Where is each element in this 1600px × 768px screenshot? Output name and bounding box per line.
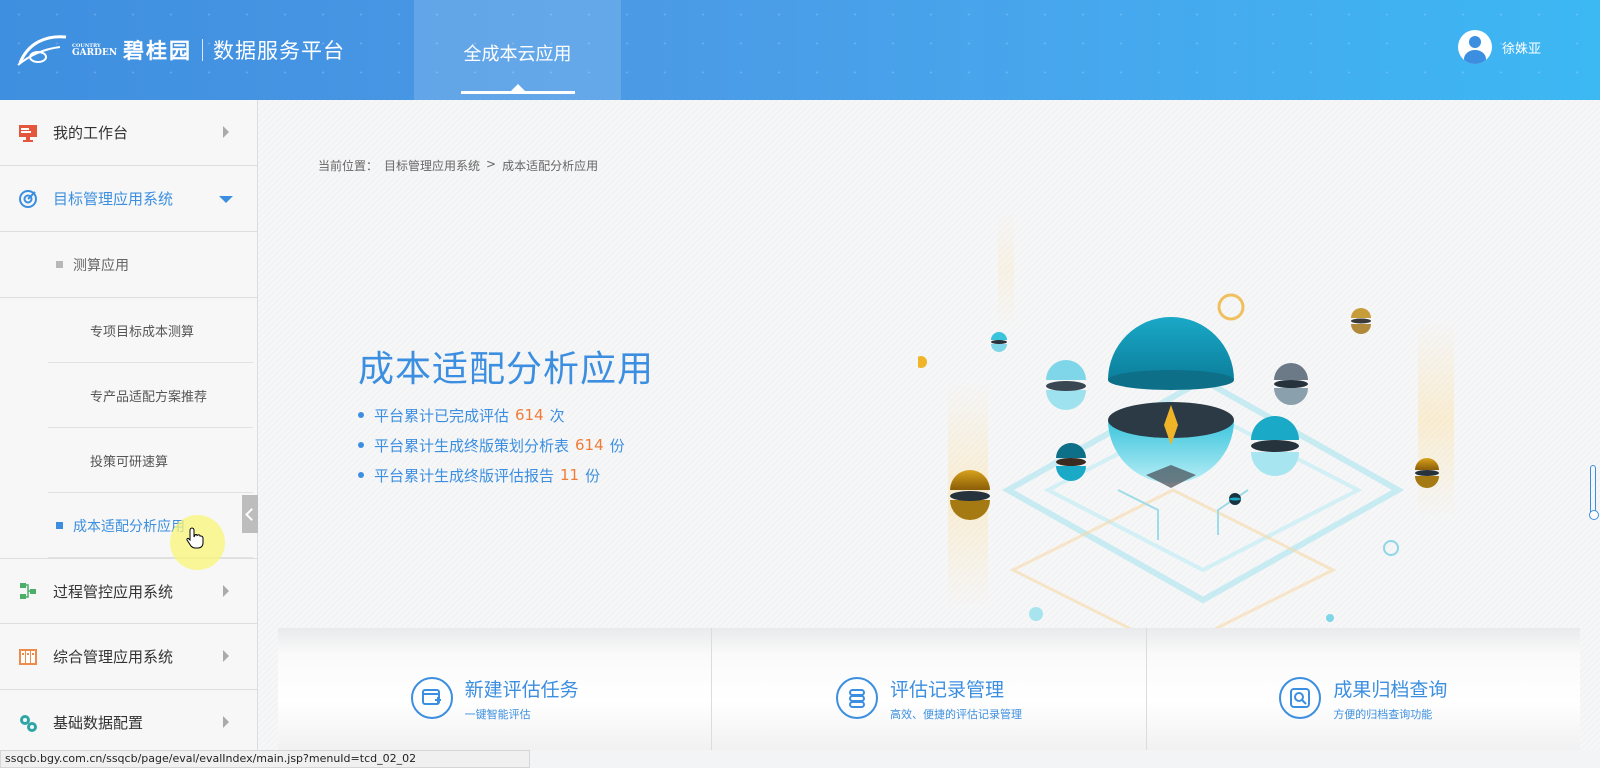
sidebar-leaf-label: 成本适配分析应用 (73, 518, 185, 535)
page-title: 成本适配分析应用 (358, 349, 655, 390)
bottom-strip (530, 750, 1600, 768)
sidebar: 我的工作台 目标管理应用系统 测算应用 专项目标成本测算 专产品适配方案推荐 投… (0, 100, 258, 756)
breadcrumb-separator: > (486, 157, 497, 171)
stat-unit: 份 (585, 466, 601, 485)
card-subtitle: 高效、便捷的评估记录管理 (889, 707, 1022, 721)
bullet-square-icon (56, 261, 63, 268)
archive-query-card[interactable]: 成果归档查询 方便的归档查询功能 (1146, 628, 1580, 750)
search-archive-icon (1279, 677, 1322, 719)
user-name: 徐姝亚 (1502, 41, 1542, 57)
scroll-indicator[interactable] (1589, 465, 1599, 520)
sidebar-leaf-label: 专产品适配方案推荐 (90, 390, 208, 405)
stats-list: 平台累计已完成评估 614 次 平台累计生成终版策划分析表 614 份 平台累计生成终版… (358, 400, 625, 490)
sidebar-item-label: 基础数据配置 (53, 714, 144, 732)
stat-unit: 次 (549, 406, 565, 425)
chevron-down-icon (219, 196, 233, 203)
logo-divider (202, 39, 204, 61)
bullet-square-icon (56, 522, 63, 529)
breadcrumb-level1[interactable]: 目标管理应用系统 (384, 157, 480, 174)
sidebar-item-label: 我的工作台 (53, 124, 129, 142)
hand-cursor-icon (186, 527, 204, 549)
sidebar-item-target-management[interactable]: 目标管理应用系统 (0, 166, 257, 232)
evaluation-records-card[interactable]: 评估记录管理 高效、便捷的评估记录管理 (712, 628, 1147, 750)
nav-tab-underline (461, 91, 575, 94)
sidebar-item-label: 过程管控应用系统 (53, 582, 174, 601)
stat-label: 平台累计生成终版评估报告 (374, 466, 555, 485)
country-garden-logo-icon (16, 33, 70, 67)
breadcrumb-prefix: 当前位置： (318, 159, 379, 173)
sidebar-subitem-calculation[interactable]: 测算应用 (0, 232, 257, 298)
monitor-icon (18, 123, 38, 143)
sidebar-item-label: 综合管理应用系统 (53, 648, 174, 666)
sidebar-leaf-product-recommend[interactable]: 专产品适配方案推荐 (0, 363, 257, 428)
stat-number: 11 (560, 466, 580, 484)
stat-label: 平台累计生成终版策划分析表 (374, 436, 570, 455)
new-evaluation-card[interactable]: 新建评估任务 一键智能评估 (278, 628, 713, 750)
card-title: 成果归档查询 (1333, 678, 1448, 701)
sidebar-item-workbench[interactable]: 我的工作台 (0, 100, 257, 166)
sidebar-item-general-management[interactable]: 综合管理应用系统 (0, 624, 257, 690)
brand-chinese: 碧桂园 (123, 39, 193, 63)
stat-item: 平台累计生成终版策划分析表 614 份 (358, 430, 625, 460)
browser-status-url: ssqcb.bgy.com.cn/ssqcb/page/eval/evalInd… (0, 750, 530, 768)
card-subtitle: 一键智能评估 (464, 707, 531, 721)
card-subtitle: 方便的归档查询功能 (1333, 707, 1433, 721)
brand-garden: GARDEN (72, 47, 118, 58)
action-cards: 新建评估任务 一键智能评估 评估记录管理 高效、便捷的评估记录管理 成果归档查询… (278, 628, 1580, 750)
sidebar-collapse-button[interactable] (242, 495, 258, 533)
chevron-right-icon (223, 716, 229, 728)
sidebar-leaf-label: 投策可研速算 (90, 455, 169, 470)
nav-tab-label: 全成本云应用 (463, 44, 572, 65)
chevron-right-icon (223, 585, 229, 597)
card-title: 评估记录管理 (889, 678, 1004, 701)
sidebar-subitem-label: 测算应用 (73, 257, 129, 274)
breadcrumb: 当前位置： 目标管理应用系统 > 成本适配分析应用 (318, 157, 604, 174)
nav-tab-cost-cloud[interactable]: 全成本云应用 (414, 0, 621, 100)
sidebar-leaf-quick-calc[interactable]: 投策可研速算 (0, 428, 257, 493)
stat-item: 平台累计已完成评估 614 次 (358, 400, 625, 430)
stat-unit: 份 (609, 436, 625, 455)
stat-label: 平台累计已完成评估 (374, 406, 510, 425)
sidebar-leaf-label: 专项目标成本测算 (90, 325, 195, 340)
sidebar-item-label: 目标管理应用系统 (53, 190, 174, 208)
sidebar-item-process-control[interactable]: 过程管控应用系统 (0, 558, 257, 624)
stat-item: 平台累计生成终版评估报告 11 份 (358, 460, 625, 490)
platform-title: 数据服务平台 (213, 39, 346, 63)
top-header: COUNTRY GARDEN 碧桂园 数据服务平台 全成本云应用 徐姝亚 (0, 0, 1600, 100)
gears-icon (18, 713, 38, 733)
nav-tab-caret-icon (511, 84, 525, 91)
flow-icon (18, 581, 38, 601)
sidebar-item-base-data[interactable]: 基础数据配置 (0, 690, 257, 756)
brand-logo[interactable]: COUNTRY GARDEN 碧桂园 数据服务平台 (16, 30, 345, 70)
breadcrumb-level2: 成本适配分析应用 (502, 159, 599, 173)
cabinet-icon (18, 647, 38, 667)
new-task-icon (410, 677, 453, 719)
brand-english: COUNTRY GARDEN (72, 43, 117, 58)
target-icon (18, 189, 38, 209)
hero-illustration (918, 210, 1454, 652)
stat-number: 614 (575, 436, 604, 454)
user-menu[interactable]: 徐姝亚 (1458, 30, 1541, 64)
stat-number: 614 (515, 406, 544, 424)
chevron-right-icon (223, 650, 229, 662)
avatar-icon (1458, 30, 1492, 64)
records-icon (835, 677, 878, 719)
sidebar-leaf-special-target[interactable]: 专项目标成本测算 (0, 298, 257, 363)
chevron-right-icon (223, 126, 229, 138)
main-content: 当前位置： 目标管理应用系统 > 成本适配分析应用 成本适配分析应用 平台累计已… (258, 100, 1600, 750)
card-title: 新建评估任务 (464, 678, 579, 701)
